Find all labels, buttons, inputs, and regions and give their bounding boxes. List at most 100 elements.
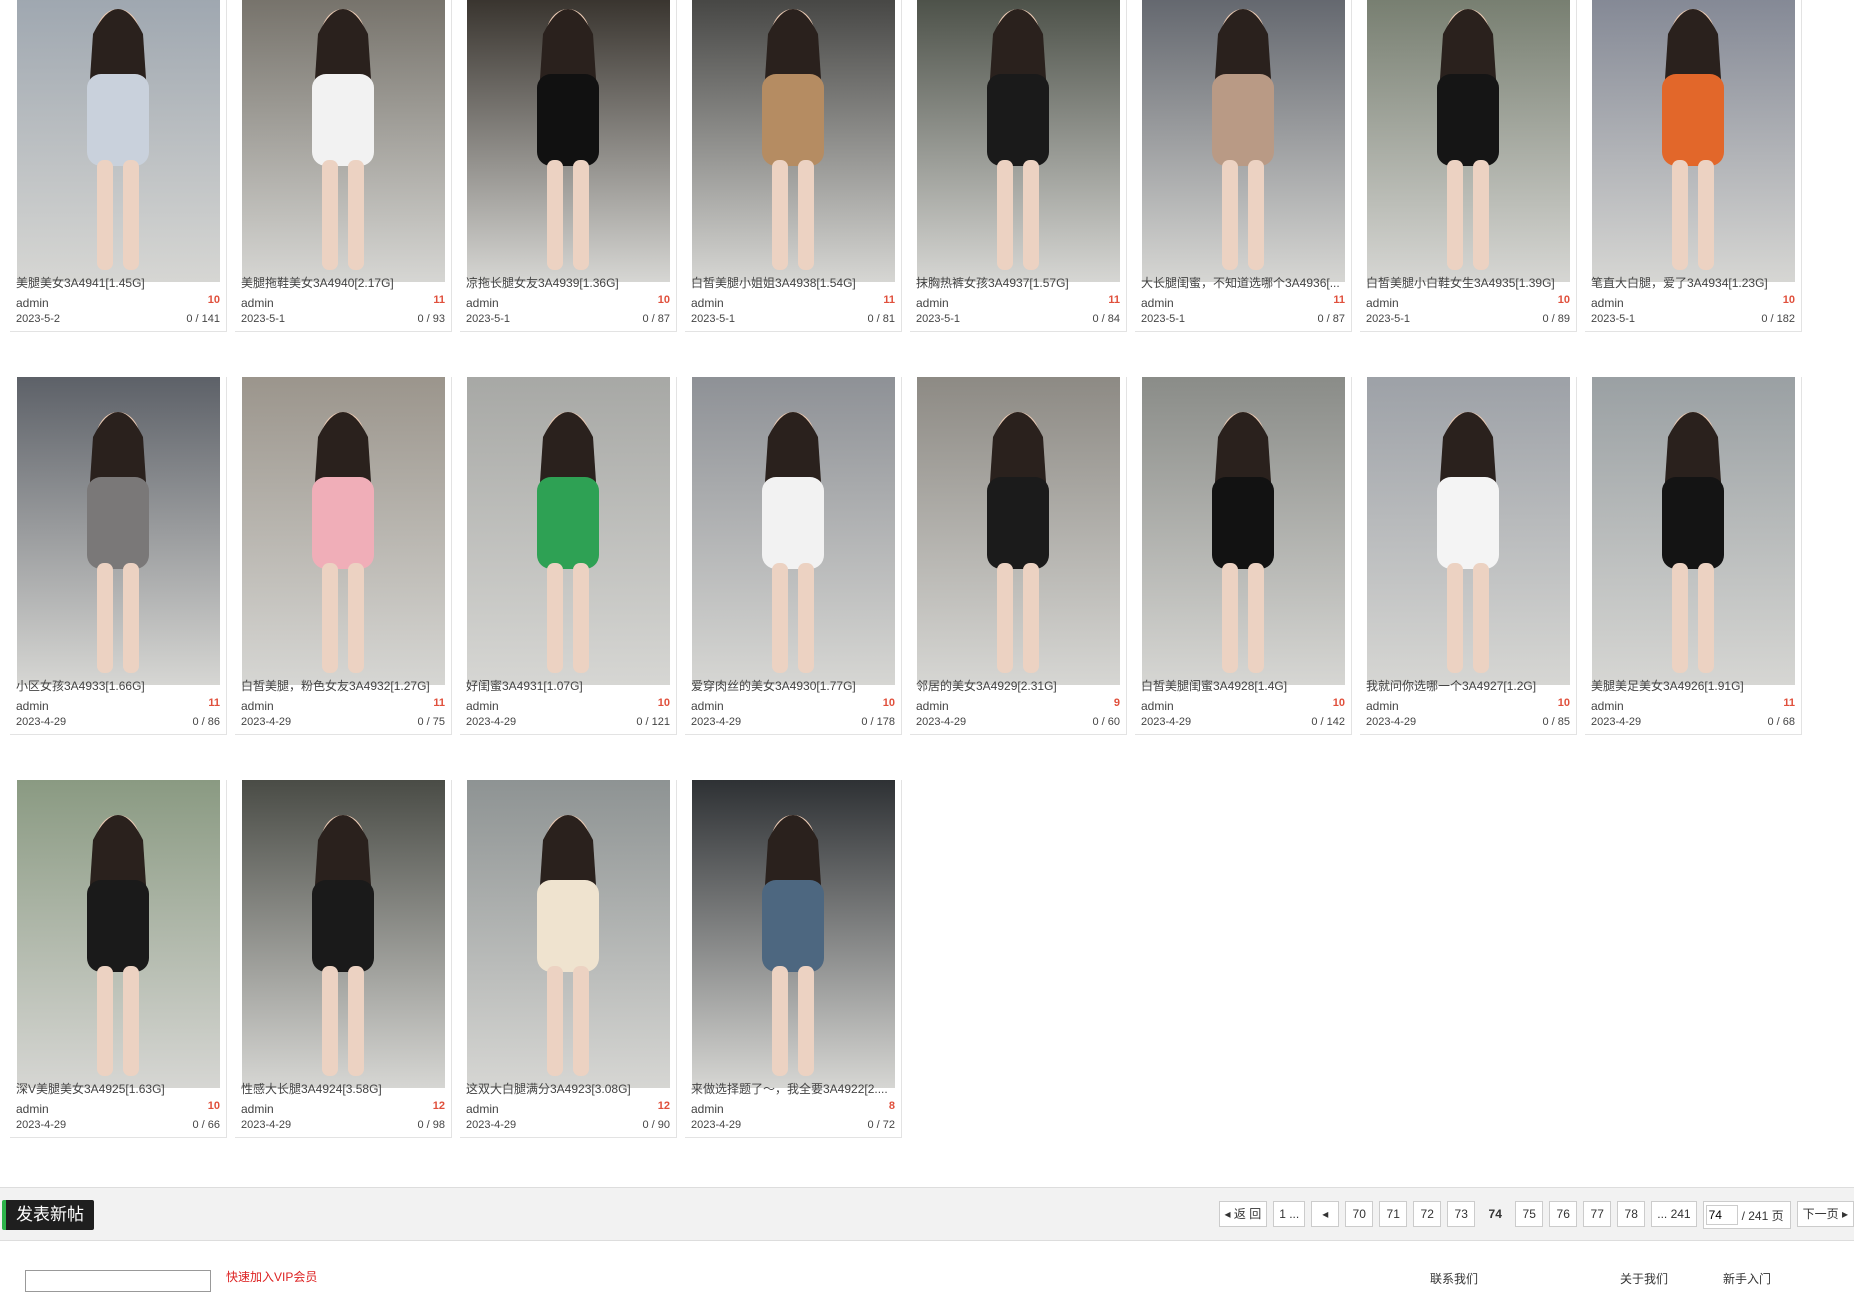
thread-title[interactable]: 抹胸热裤女孩3A4937[1.57G] [916,274,1122,291]
thread-author[interactable]: admin [1366,699,1399,713]
thread-title[interactable]: 笔直大白腿，爱了3A4934[1.23G] [1591,274,1797,291]
thread-thumbnail[interactable] [1367,0,1570,282]
thread-author[interactable]: admin [16,1102,49,1116]
page-link[interactable]: 71 [1379,1201,1408,1227]
page-link[interactable]: 72 [1413,1201,1442,1227]
thread-card[interactable]: 笔直大白腿，爱了3A4934[1.23G] admin 10 2023-5-1 0 / … [1585,0,1802,332]
thread-author[interactable]: admin [691,296,724,310]
thread-author[interactable]: admin [241,1102,274,1116]
thread-thumbnail[interactable] [242,0,445,282]
page-link[interactable]: 70 [1345,1201,1374,1227]
thread-author[interactable]: admin [691,699,724,713]
thread-thumbnail[interactable] [17,780,220,1088]
thread-thumbnail[interactable] [467,0,670,282]
first-page-link[interactable]: 1 ... [1273,1201,1306,1227]
thread-title[interactable]: 美腿美女3A4941[1.45G] [16,274,222,291]
thread-title[interactable]: 美腿美足美女3A4926[1.91G] [1591,677,1797,694]
thread-author[interactable]: admin [241,296,274,310]
thread-card[interactable]: 白皙美腿小姐姐3A4938[1.54G] admin 11 2023-5-1 0 / 8… [685,0,902,332]
thread-card[interactable]: 美腿美女3A4941[1.45G] admin 10 2023-5-2 0 / 141 [10,0,227,332]
footer-about-link[interactable]: 关于我们 [1620,1270,1668,1287]
page-link[interactable]: 73 [1447,1201,1476,1227]
thread-title[interactable]: 美腿拖鞋美女3A4940[2.17G] [241,274,447,291]
thread-card[interactable]: 凉拖长腿女友3A4939[1.36G] admin 10 2023-5-1 0 / 87 [460,0,677,332]
thread-title[interactable]: 白皙美腿小白鞋女生3A4935[1.39G] [1366,274,1572,291]
thread-card[interactable]: 白皙美腿闺蜜3A4928[1.4G] admin 10 2023-4-29 0 / 14… [1135,377,1352,735]
thread-title[interactable]: 爱穿肉丝的美女3A4930[1.77G] [691,677,897,694]
thread-title[interactable]: 我就问你选哪一个3A4927[1.2G] [1366,677,1572,694]
thread-card[interactable]: 我就问你选哪一个3A4927[1.2G] admin 10 2023-4-29 0 / … [1360,377,1577,735]
thread-author[interactable]: admin [1141,296,1174,310]
thread-title[interactable]: 小区女孩3A4933[1.66G] [16,677,222,694]
thread-card[interactable]: 美腿拖鞋美女3A4940[2.17G] admin 11 2023-5-1 0 / 93 [235,0,452,332]
thread-author[interactable]: admin [466,699,499,713]
thread-thumbnail[interactable] [242,377,445,685]
thread-author[interactable]: admin [16,699,49,713]
back-button[interactable]: ◂ 返 回 [1218,1201,1268,1227]
thread-thumbnail[interactable] [1142,0,1345,282]
thread-thumbnail[interactable] [917,0,1120,282]
prev-page-button[interactable]: ◂ [1311,1201,1340,1227]
thread-thumbnail[interactable] [692,0,895,282]
thread-card[interactable]: 抹胸热裤女孩3A4937[1.57G] admin 11 2023-5-1 0 / 84 [910,0,1127,332]
footer-contact-link[interactable]: 联系我们 [1430,1270,1478,1287]
thread-card[interactable]: 大长腿闺蜜，不知道选哪个3A4936[... admin 11 2023-5-1 0 /… [1135,0,1352,332]
thread-thumbnail[interactable] [1592,377,1795,685]
thread-author[interactable]: admin [1591,296,1624,310]
thread-thumbnail[interactable] [917,377,1120,685]
thread-author[interactable]: admin [1141,699,1174,713]
thread-thumbnail[interactable] [1592,0,1795,282]
thread-title[interactable]: 这双大白腿满分3A4923[3.08G] [466,1080,672,1097]
thread-card[interactable]: 来做选择题了～，我全要3A4922[2.... admin 8 2023-4-29 0 … [685,780,902,1138]
thread-title[interactable]: 性感大长腿3A4924[3.58G] [241,1080,447,1097]
page-link[interactable]: 78 [1617,1201,1646,1227]
thread-author[interactable]: admin [691,1102,724,1116]
thread-title[interactable]: 来做选择题了～，我全要3A4922[2.... [691,1080,897,1097]
thread-thumbnail[interactable] [242,780,445,1088]
thread-thumbnail[interactable] [17,377,220,685]
thread-card[interactable]: 好闺蜜3A4931[1.07G] admin 10 2023-4-29 0 / 121 [460,377,677,735]
thread-title[interactable]: 白皙美腿，粉色女友3A4932[1.27G] [241,677,447,694]
thread-thumbnail[interactable] [467,780,670,1088]
new-post-button[interactable]: 发表新帖 [2,1200,94,1230]
thread-card[interactable]: 白皙美腿，粉色女友3A4932[1.27G] admin 11 2023-4-29 0 … [235,377,452,735]
thread-title[interactable]: 大长腿闺蜜，不知道选哪个3A4936[... [1141,274,1347,291]
next-page-button[interactable]: 下一页 ▸ [1796,1201,1854,1227]
thread-author[interactable]: admin [1591,699,1624,713]
thread-thumbnail[interactable] [17,0,220,282]
footer-search-box[interactable] [25,1270,211,1292]
page-link[interactable]: 76 [1549,1201,1578,1227]
thread-card[interactable]: 美腿美足美女3A4926[1.91G] admin 11 2023-4-29 0 / 6… [1585,377,1802,735]
thread-author[interactable]: admin [466,296,499,310]
thread-author[interactable]: admin [916,699,949,713]
thread-thumbnail[interactable] [692,780,895,1088]
thread-title[interactable]: 白皙美腿小姐姐3A4938[1.54G] [691,274,897,291]
last-page-link[interactable]: ... 241 [1651,1201,1697,1227]
page-link[interactable]: 75 [1515,1201,1544,1227]
thread-thumbnail[interactable] [692,377,895,685]
thread-title[interactable]: 好闺蜜3A4931[1.07G] [466,677,672,694]
thread-author[interactable]: admin [466,1102,499,1116]
thread-author[interactable]: admin [1366,296,1399,310]
thread-card[interactable]: 性感大长腿3A4924[3.58G] admin 12 2023-4-29 0 / 98 [235,780,452,1138]
current-page[interactable]: 74 [1481,1201,1510,1227]
page-link[interactable]: 77 [1583,1201,1612,1227]
thread-thumbnail[interactable] [467,377,670,685]
thread-author[interactable]: admin [916,296,949,310]
thread-card[interactable]: 这双大白腿满分3A4923[3.08G] admin 12 2023-4-29 0 / … [460,780,677,1138]
thread-title[interactable]: 深V美腿美女3A4925[1.63G] [16,1080,222,1097]
thread-thumbnail[interactable] [1367,377,1570,685]
footer-newbie-link[interactable]: 新手入门 [1723,1270,1771,1287]
thread-title[interactable]: 白皙美腿闺蜜3A4928[1.4G] [1141,677,1347,694]
page-jump-input[interactable] [1705,1205,1738,1225]
thread-title[interactable]: 凉拖长腿女友3A4939[1.36G] [466,274,672,291]
thread-author[interactable]: admin [16,296,49,310]
thread-card[interactable]: 白皙美腿小白鞋女生3A4935[1.39G] admin 10 2023-5-1 0 /… [1360,0,1577,332]
thread-card[interactable]: 深V美腿美女3A4925[1.63G] admin 10 2023-4-29 0 / 6… [10,780,227,1138]
thread-card[interactable]: 小区女孩3A4933[1.66G] admin 11 2023-4-29 0 / 86 [10,377,227,735]
thread-title[interactable]: 邻居的美女3A4929[2.31G] [916,677,1122,694]
thread-card[interactable]: 邻居的美女3A4929[2.31G] admin 9 2023-4-29 0 / 60 [910,377,1127,735]
thread-card[interactable]: 爱穿肉丝的美女3A4930[1.77G] admin 10 2023-4-29 0 / … [685,377,902,735]
thread-thumbnail[interactable] [1142,377,1345,685]
thread-author[interactable]: admin [241,699,274,713]
